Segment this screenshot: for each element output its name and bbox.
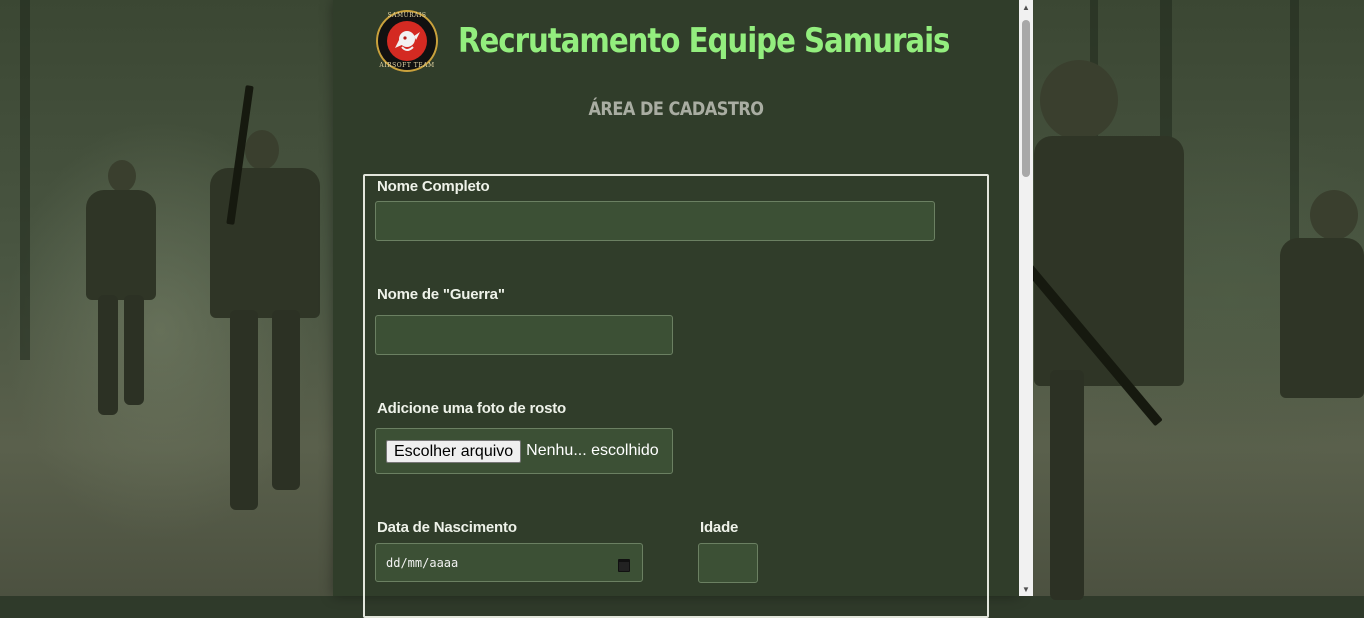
registration-panel: SAMURAIS AIRSOFT TEAM Recrutamento Equip… <box>333 0 1019 618</box>
birth-date-label: Data de Nascimento <box>377 519 517 536</box>
full-name-label: Nome Completo <box>377 178 490 195</box>
page-title: Recrutamento Equipe Samurais <box>458 21 950 61</box>
choose-file-button[interactable]: Escolher arquivo <box>386 439 522 463</box>
full-name-input[interactable] <box>375 201 935 241</box>
file-status-text: Nenhu... escolhido <box>526 442 659 459</box>
age-label: Idade <box>700 519 739 536</box>
chevron-up-icon[interactable]: ▲ <box>1019 0 1033 14</box>
logo-text-bottom: AIRSOFT TEAM <box>379 62 435 69</box>
registration-form: Nome Completo Nome de "Guerra" Adicione … <box>363 174 989 618</box>
section-title-text: ÁREA DE CADASTRO <box>588 98 764 120</box>
section-title: ÁREA DE CADASTRO <box>333 98 1019 120</box>
war-name-input[interactable] <box>375 315 673 355</box>
photo-label: Adicione uma foto de rosto <box>377 400 566 417</box>
birth-date-input[interactable]: dd/mm/aaaa <box>375 543 643 582</box>
photo-file-input[interactable]: Escolher arquivo Nenhu... escolhido <box>375 428 673 474</box>
team-logo: SAMURAIS AIRSOFT TEAM <box>376 10 438 72</box>
vertical-scrollbar[interactable]: ▲ ▼ <box>1019 0 1033 596</box>
chevron-down-icon[interactable]: ▼ <box>1019 582 1033 596</box>
birth-date-placeholder: dd/mm/aaaa <box>386 555 459 570</box>
header: SAMURAIS AIRSOFT TEAM Recrutamento Equip… <box>376 10 1029 72</box>
tree-trunk <box>20 0 30 360</box>
war-name-label: Nome de "Guerra" <box>377 286 505 303</box>
samurai-emblem-icon <box>387 21 427 61</box>
age-input[interactable] <box>698 543 758 583</box>
calendar-icon[interactable] <box>618 557 630 572</box>
logo-text-top: SAMURAIS <box>387 12 427 19</box>
scrollbar-thumb[interactable] <box>1022 20 1030 177</box>
tree-trunk <box>1290 0 1299 250</box>
